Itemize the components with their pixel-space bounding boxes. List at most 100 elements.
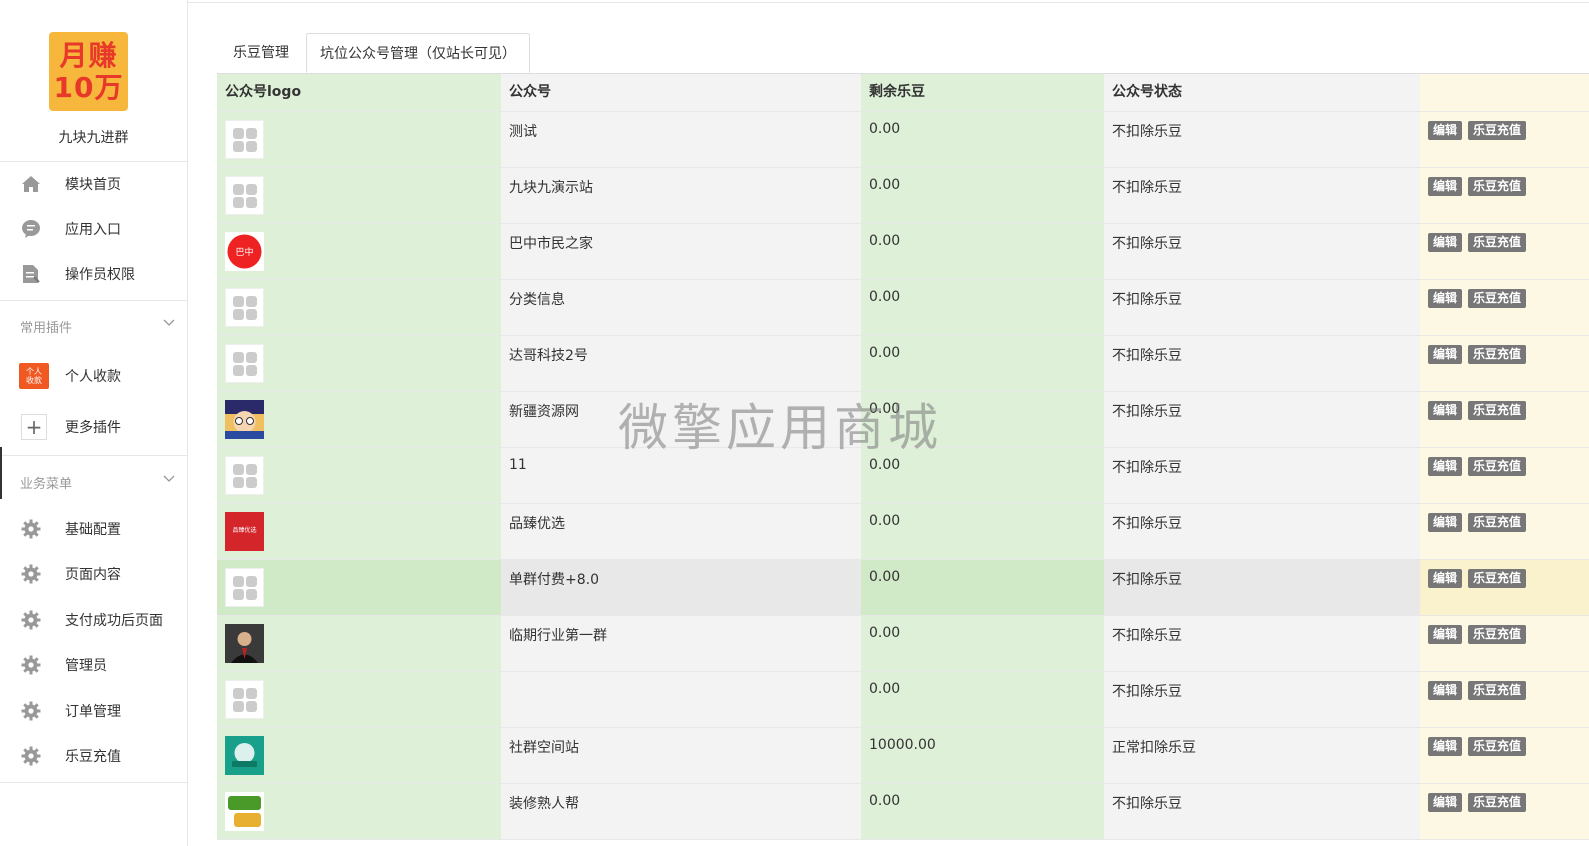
remaining-beans: 0.00: [861, 447, 1104, 504]
actions-cell: 编辑 乐豆充值: [1420, 223, 1589, 280]
svg-text:品臻优选: 品臻优选: [232, 526, 256, 534]
recharge-button[interactable]: 乐豆充值: [1468, 737, 1527, 756]
account-status: 不扣除乐豆: [1104, 279, 1420, 336]
account-logo-cell: [217, 391, 501, 448]
nav-item-business-2[interactable]: 支付成功后页面: [0, 602, 187, 638]
actions-cell: 编辑 乐豆充值: [1420, 671, 1589, 728]
chevron-down-icon[interactable]: [163, 319, 175, 327]
account-logo: 品臻优选: [225, 512, 264, 551]
plus-icon: +: [21, 414, 47, 440]
edit-button[interactable]: 编辑: [1428, 457, 1463, 476]
actions-cell: 编辑 乐豆充值: [1420, 391, 1589, 448]
edit-button[interactable]: 编辑: [1428, 345, 1463, 364]
nav-item-business-3[interactable]: 管理员: [0, 647, 187, 683]
col-header-actions: [1420, 74, 1589, 112]
account-status: 不扣除乐豆: [1104, 503, 1420, 560]
recharge-button[interactable]: 乐豆充值: [1468, 121, 1527, 140]
nav-item-business-1[interactable]: 页面内容: [0, 556, 187, 592]
remaining-beans: 0.00: [861, 503, 1104, 560]
actions-cell: 编辑 乐豆充值: [1420, 279, 1589, 336]
nav-item-operator-permission[interactable]: 操作员权限: [0, 256, 187, 292]
recharge-button[interactable]: 乐豆充值: [1468, 345, 1527, 364]
gear-icon: [20, 746, 42, 766]
account-logo: [225, 344, 264, 383]
edit-button[interactable]: 编辑: [1428, 513, 1463, 532]
nav-item-business-0[interactable]: 基础配置: [0, 511, 187, 547]
account-logo-cell: [217, 671, 501, 728]
document-icon: [20, 264, 42, 284]
edit-button[interactable]: 编辑: [1428, 569, 1463, 588]
divider: [0, 782, 187, 783]
remaining-beans: 0.00: [861, 615, 1104, 672]
chat-icon: [20, 219, 42, 239]
remaining-beans: 0.00: [861, 671, 1104, 728]
edit-button[interactable]: 编辑: [1428, 625, 1463, 644]
edit-button[interactable]: 编辑: [1428, 737, 1463, 756]
divider: [0, 161, 187, 162]
account-status: 不扣除乐豆: [1104, 391, 1420, 448]
edit-button[interactable]: 编辑: [1428, 793, 1463, 812]
gear-icon: [20, 564, 42, 584]
nav-item-more-plugins[interactable]: + 更多插件: [0, 409, 187, 445]
table-row: 社群空间站 10000.00 正常扣除乐豆 编辑 乐豆充值: [217, 727, 1589, 784]
tab-bean-management[interactable]: 乐豆管理: [217, 33, 305, 73]
actions-cell: 编辑 乐豆充值: [1420, 559, 1589, 616]
account-logo-cell: [217, 783, 501, 840]
account-logo: [225, 120, 264, 159]
gear-icon: [20, 610, 42, 630]
gear-icon: [20, 701, 42, 721]
svg-text:巴中: 巴中: [235, 246, 253, 258]
account-status: 不扣除乐豆: [1104, 167, 1420, 224]
account-logo-cell: [217, 615, 501, 672]
tab-account-slot-management[interactable]: 坑位公众号管理（仅站长可见）: [306, 33, 530, 73]
actions-cell: 编辑 乐豆充值: [1420, 167, 1589, 224]
account-logo: [225, 288, 264, 327]
recharge-button[interactable]: 乐豆充值: [1468, 177, 1527, 196]
business-section-title: 业务菜单: [20, 477, 73, 492]
nav-item-business-5[interactable]: 乐豆充值: [0, 738, 187, 774]
recharge-button[interactable]: 乐豆充值: [1468, 513, 1527, 532]
account-logo-cell: [217, 559, 501, 616]
recharge-button[interactable]: 乐豆充值: [1468, 233, 1527, 252]
edit-button[interactable]: 编辑: [1428, 121, 1463, 140]
edit-button[interactable]: 编辑: [1428, 401, 1463, 420]
table-row: 装修熟人帮 0.00 不扣除乐豆 编辑 乐豆充值: [217, 783, 1589, 840]
account-logo-cell: 品臻优选: [217, 503, 501, 560]
nav-item-personal-payment[interactable]: 个人 收款 个人收款: [0, 358, 187, 394]
recharge-button[interactable]: 乐豆充值: [1468, 457, 1527, 476]
recharge-button[interactable]: 乐豆充值: [1468, 793, 1527, 812]
nav-item-home[interactable]: 模块首页: [0, 166, 187, 202]
account-logo-cell: [217, 447, 501, 504]
account-logo: [225, 568, 264, 607]
account-status: 不扣除乐豆: [1104, 671, 1420, 728]
account-logo: 巴中: [225, 232, 264, 271]
recharge-button[interactable]: 乐豆充值: [1468, 289, 1527, 308]
account-name: 巴中市民之家: [501, 223, 861, 280]
col-header-status: 公众号状态: [1104, 74, 1420, 112]
recharge-button[interactable]: 乐豆充值: [1468, 681, 1527, 700]
col-header-account: 公众号: [501, 74, 861, 112]
actions-cell: 编辑 乐豆充值: [1420, 111, 1589, 168]
actions-cell: 编辑 乐豆充值: [1420, 783, 1589, 840]
col-header-beans: 剩余乐豆: [861, 74, 1104, 112]
account-name: 装修熟人帮: [501, 783, 861, 840]
brand-logo: 月赚 10万: [49, 32, 128, 111]
active-indicator: [0, 447, 2, 499]
account-status: 正常扣除乐豆: [1104, 727, 1420, 784]
chevron-down-icon[interactable]: [163, 475, 175, 483]
edit-button[interactable]: 编辑: [1428, 233, 1463, 252]
table-row: 测试 0.00 不扣除乐豆 编辑 乐豆充值: [217, 111, 1589, 168]
edit-button[interactable]: 编辑: [1428, 289, 1463, 308]
brand-name: 九块九进群: [58, 130, 129, 146]
recharge-button[interactable]: 乐豆充值: [1468, 569, 1527, 588]
nav-item-business-4[interactable]: 订单管理: [0, 693, 187, 729]
edit-button[interactable]: 编辑: [1428, 681, 1463, 700]
account-logo: [225, 456, 264, 495]
nav-item-app-entry[interactable]: 应用入口: [0, 211, 187, 247]
account-status: 不扣除乐豆: [1104, 335, 1420, 392]
recharge-button[interactable]: 乐豆充值: [1468, 401, 1527, 420]
edit-button[interactable]: 编辑: [1428, 177, 1463, 196]
recharge-button[interactable]: 乐豆充值: [1468, 625, 1527, 644]
actions-cell: 编辑 乐豆充值: [1420, 615, 1589, 672]
account-status: 不扣除乐豆: [1104, 559, 1420, 616]
